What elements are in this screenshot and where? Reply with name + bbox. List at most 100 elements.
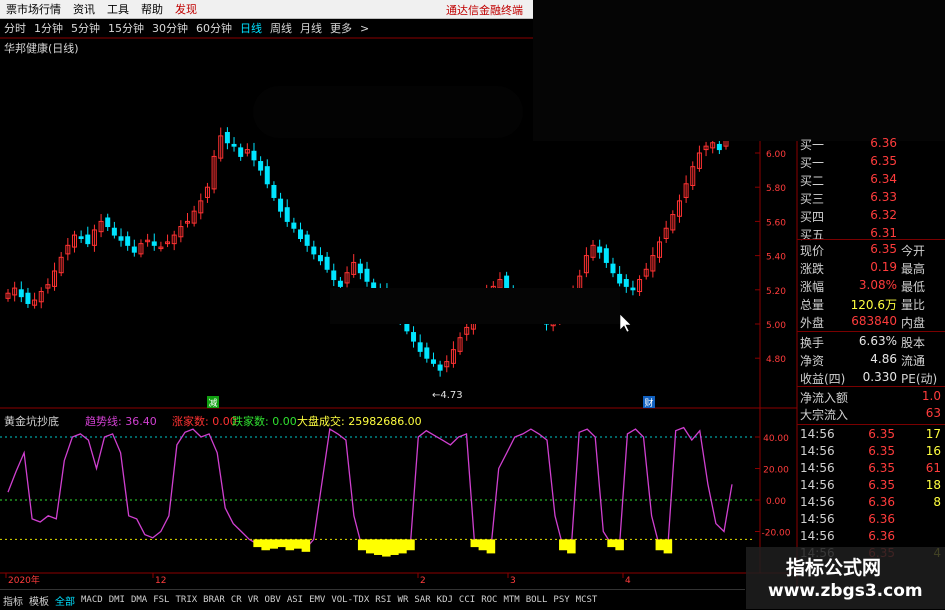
- tick-time: 14:56: [800, 529, 835, 543]
- indicator-tab-9[interactable]: CR: [228, 595, 245, 605]
- stat-row[interactable]: 涨跌 0.19 最高: [797, 260, 945, 276]
- tick-row[interactable]: 14:56 6.36 8: [797, 495, 945, 510]
- indicator-tab-17[interactable]: SAR: [411, 595, 433, 605]
- flow-label: 大宗流入: [800, 408, 849, 422]
- candle-body: [238, 147, 244, 157]
- menu-item-0[interactable]: 票市场行情: [0, 1, 67, 17]
- stat-row[interactable]: 涨幅 3.08% 最低: [797, 278, 945, 294]
- candle-body: [18, 289, 24, 298]
- indicator-diejia: 跌家数: 0.00: [232, 415, 297, 428]
- candle-body: [630, 287, 636, 291]
- indicator-tab-1[interactable]: 模板: [26, 593, 52, 608]
- stat-label: 净资: [800, 354, 825, 368]
- period-tab-7[interactable]: 周线: [266, 20, 296, 36]
- tick-row[interactable]: 14:56 6.36: [797, 529, 945, 544]
- menu-item-2[interactable]: 工具: [101, 1, 135, 17]
- indicator-tab-13[interactable]: EMV: [306, 595, 328, 605]
- period-tab-5[interactable]: 60分钟: [192, 20, 236, 36]
- indicator-tab-19[interactable]: CCI: [456, 595, 478, 605]
- indicator-tab-16[interactable]: WR: [395, 595, 412, 605]
- indicator-tab-2[interactable]: 全部: [52, 593, 78, 608]
- indicator-tab-12[interactable]: ASI: [284, 595, 306, 605]
- indicator-tab-22[interactable]: BOLL: [523, 595, 551, 605]
- watermark-url: www.zbgs3.com: [768, 581, 923, 601]
- buy-row[interactable]: 买一 6.35: [797, 154, 945, 170]
- price-tick-label: 5.60: [766, 218, 786, 228]
- indicator-tab-24[interactable]: MCST: [573, 595, 601, 605]
- candle-body: [437, 364, 443, 371]
- candle-body: [131, 246, 137, 253]
- chevron-right-icon[interactable]: >: [356, 22, 373, 35]
- stat-value: 4.86: [870, 352, 897, 366]
- period-tab-0[interactable]: 分时: [0, 20, 30, 36]
- stat-value: 120.6万: [850, 298, 897, 312]
- period-tab-1[interactable]: 1分钟: [30, 20, 67, 36]
- buy-row[interactable]: 买二 6.34: [797, 172, 945, 188]
- stat-row[interactable]: 总量 120.6万 量比: [797, 296, 945, 312]
- price-tick-label: 5.20: [766, 287, 786, 297]
- tick-volume: 18: [925, 478, 941, 492]
- period-tab-4[interactable]: 30分钟: [148, 20, 192, 36]
- tick-row[interactable]: 14:56 6.35 16: [797, 444, 945, 459]
- stat-row[interactable]: 收益(四) 0.330 PE(动): [797, 370, 945, 386]
- indicator-tab-4[interactable]: DMI: [106, 595, 128, 605]
- tick-volume: 17: [925, 427, 941, 441]
- indicator-tab-20[interactable]: ROC: [478, 595, 500, 605]
- divider: [797, 386, 945, 387]
- indicator-tab-5[interactable]: DMA: [128, 595, 150, 605]
- flow-row[interactable]: 净流入额 1.0: [797, 389, 945, 405]
- quote-row-partial[interactable]: 买一 6.36: [797, 136, 945, 152]
- tick-row[interactable]: 14:56 6.35 18: [797, 478, 945, 493]
- event-badge-label: 财: [644, 397, 653, 409]
- stat-label: 涨跌: [800, 262, 825, 276]
- stat-value: 683840: [851, 314, 897, 328]
- indicator-tab-14[interactable]: VOL-TDX: [328, 595, 372, 605]
- indicator-tab-8[interactable]: BRAR: [200, 595, 228, 605]
- period-tab-3[interactable]: 15分钟: [104, 20, 148, 36]
- period-tab-9[interactable]: 更多: [326, 20, 356, 36]
- menu-item-4[interactable]: 发现: [169, 1, 203, 17]
- flow-row[interactable]: 大宗流入 63: [797, 406, 945, 422]
- tick-time: 14:56: [800, 512, 835, 526]
- period-tab-2[interactable]: 5分钟: [67, 20, 104, 36]
- indicator-tab-6[interactable]: FSL: [150, 595, 172, 605]
- indicator-tab-18[interactable]: KDJ: [434, 595, 456, 605]
- period-tab-8[interactable]: 月线: [296, 20, 326, 36]
- indicator-tab-15[interactable]: RSI: [372, 595, 394, 605]
- stat-row[interactable]: 换手 6.63% 股本: [797, 334, 945, 350]
- period-tab-6[interactable]: 日线: [236, 20, 266, 36]
- indicator-tab-11[interactable]: OBV: [262, 595, 284, 605]
- tick-row[interactable]: 14:56 6.35 61: [797, 461, 945, 476]
- event-badge-label: 减: [208, 397, 217, 409]
- tick-price: 6.36: [868, 495, 895, 509]
- tick-row[interactable]: 14:56 6.35 17: [797, 427, 945, 442]
- tick-price: 6.36: [868, 512, 895, 526]
- candle-body: [311, 246, 317, 255]
- trend-line: [7, 426, 733, 555]
- stat-row[interactable]: 净资 4.86 流通: [797, 352, 945, 368]
- indicator-tab-23[interactable]: PSY: [550, 595, 572, 605]
- indicator-tab-10[interactable]: VR: [245, 595, 262, 605]
- buy-label: 买五: [800, 228, 825, 242]
- menu-item-1[interactable]: 资讯: [67, 1, 101, 17]
- indicator-tab-21[interactable]: MTM: [500, 595, 522, 605]
- menu-item-3[interactable]: 帮助: [135, 1, 169, 17]
- tick-row[interactable]: 14:56 6.36: [797, 512, 945, 527]
- bottom-fill-bar: [357, 539, 367, 551]
- buy-row[interactable]: 买四 6.32: [797, 208, 945, 224]
- buy-row[interactable]: 买三 6.33: [797, 190, 945, 206]
- flow-label: 净流入额: [800, 391, 849, 405]
- stat-row[interactable]: 现价 6.35 今开: [797, 242, 945, 258]
- indicator-tab-0[interactable]: 指标: [0, 593, 26, 608]
- stat-row[interactable]: 外盘 683840 内盘: [797, 314, 945, 330]
- indicator-tab-3[interactable]: MACD: [78, 595, 106, 605]
- indicator-tab-7[interactable]: TRIX: [172, 595, 200, 605]
- candle-body: [623, 279, 629, 287]
- stat-label: 总量: [800, 298, 825, 312]
- divider: [797, 424, 945, 425]
- candle-body: [597, 246, 603, 253]
- quote-price: 6.36: [870, 136, 897, 150]
- stat-label: 现价: [800, 244, 825, 258]
- stat-value: 6.63%: [858, 334, 897, 348]
- candle-body: [231, 143, 237, 147]
